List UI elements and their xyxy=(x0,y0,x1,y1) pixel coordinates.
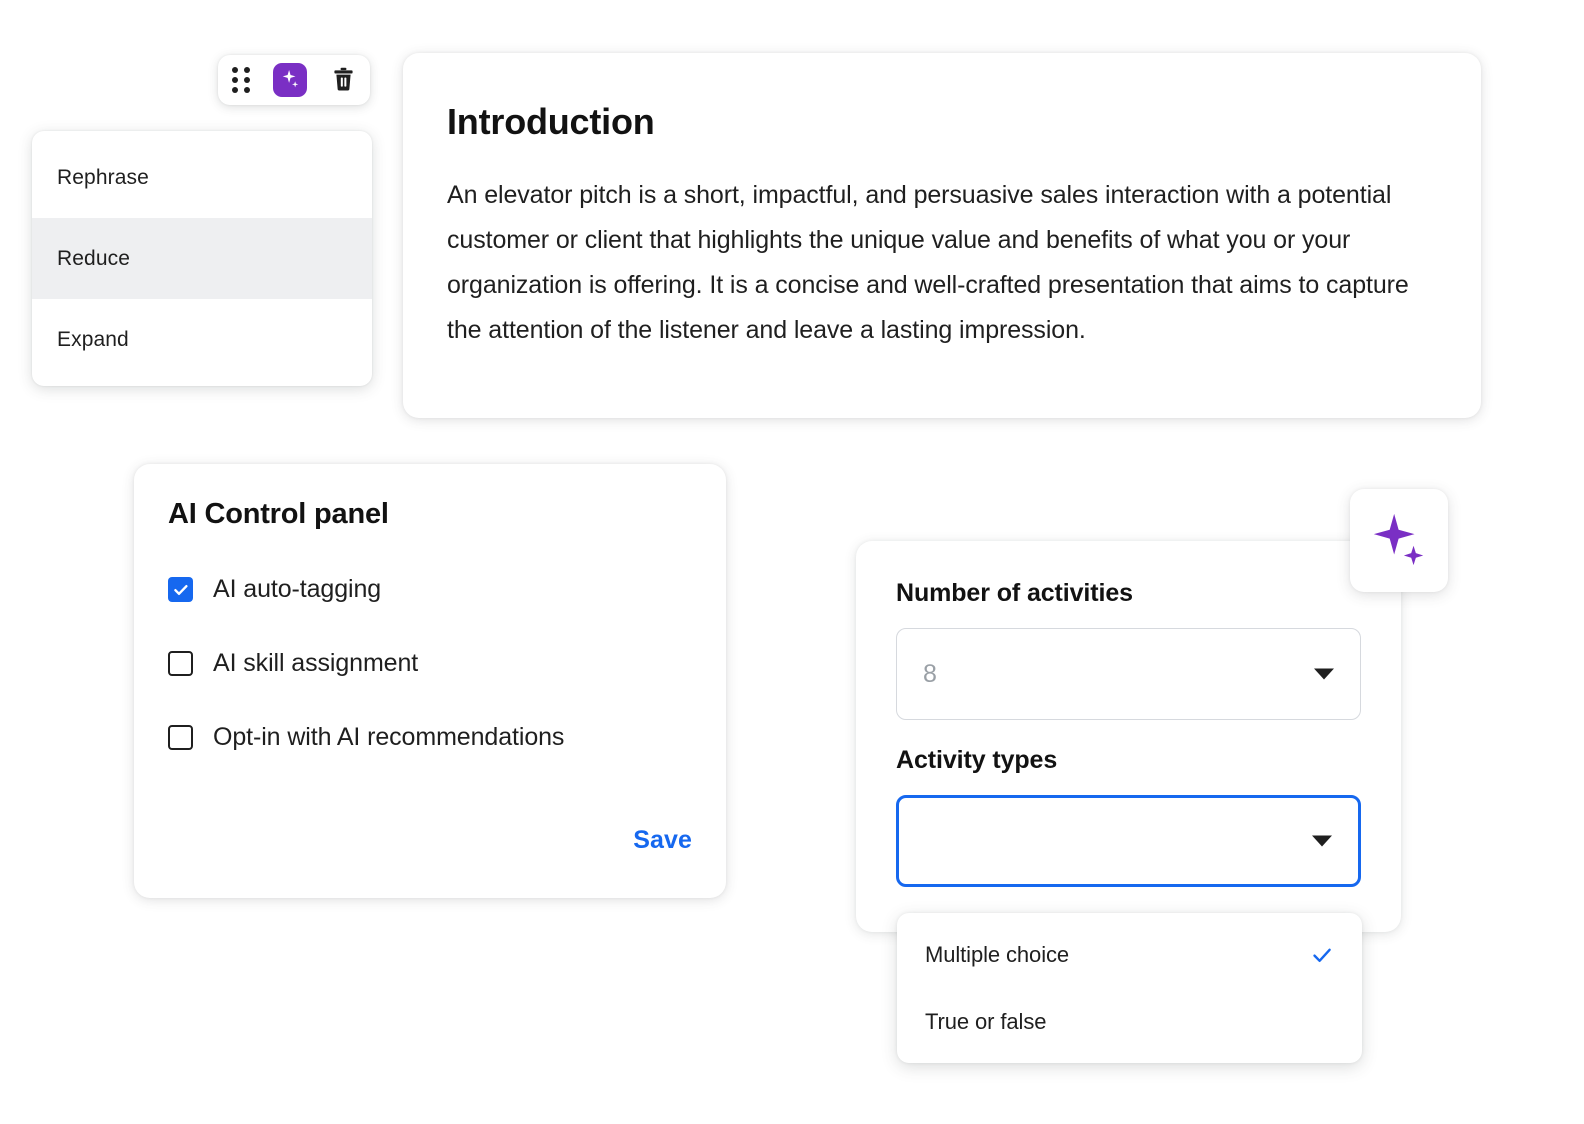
ai-assist-button[interactable] xyxy=(273,63,307,97)
option-true-or-false[interactable]: True or false xyxy=(897,988,1362,1055)
checkbox-row-ai-skill-assignment[interactable]: AI skill assignment xyxy=(168,649,692,678)
number-of-activities-select[interactable]: 8 xyxy=(896,628,1361,720)
checkbox-unchecked-icon[interactable] xyxy=(168,651,193,676)
number-of-activities-value: 8 xyxy=(923,660,937,689)
menu-item-label: Rephrase xyxy=(57,166,149,190)
page-title: Introduction xyxy=(447,101,1437,143)
block-toolbar xyxy=(218,55,370,105)
ai-sparkle-icon xyxy=(279,68,301,93)
ai-sparkle-icon xyxy=(1368,508,1430,573)
checkbox-label: Opt-in with AI recommendations xyxy=(213,723,564,752)
checkbox-label: AI auto-tagging xyxy=(213,575,381,604)
activity-types-dropdown: Multiple choice True or false xyxy=(897,913,1362,1063)
introduction-card[interactable]: Introduction An elevator pitch is a shor… xyxy=(403,53,1481,418)
checkbox-label: AI skill assignment xyxy=(213,649,418,678)
activities-settings-card: Number of activities 8 Activity types xyxy=(856,541,1401,932)
checkbox-unchecked-icon[interactable] xyxy=(168,725,193,750)
option-multiple-choice[interactable]: Multiple choice xyxy=(897,921,1362,988)
menu-item-reduce[interactable]: Reduce xyxy=(32,218,372,299)
introduction-body-text: An elevator pitch is a short, impactful,… xyxy=(447,173,1437,353)
check-icon xyxy=(1310,943,1334,967)
ai-control-panel-title: AI Control panel xyxy=(168,498,692,531)
menu-item-rephrase[interactable]: Rephrase xyxy=(32,137,372,218)
checkbox-checked-icon[interactable] xyxy=(168,577,193,602)
canvas: Rephrase Reduce Expand Introduction An e… xyxy=(0,0,1584,1124)
chevron-down-icon xyxy=(1312,836,1332,847)
menu-item-expand[interactable]: Expand xyxy=(32,299,372,380)
ai-text-actions-menu: Rephrase Reduce Expand xyxy=(32,131,372,386)
option-label: True or false xyxy=(925,1009,1046,1035)
field-spacer xyxy=(896,720,1361,746)
chevron-down-icon xyxy=(1314,669,1334,680)
checkbox-row-opt-in-with-ai-recommendations[interactable]: Opt-in with AI recommendations xyxy=(168,723,692,752)
trash-icon xyxy=(332,66,355,95)
option-label: Multiple choice xyxy=(925,942,1069,968)
save-button[interactable]: Save xyxy=(633,826,692,855)
ai-assist-floating-button[interactable] xyxy=(1350,489,1448,592)
checkbox-row-ai-auto-tagging[interactable]: AI auto-tagging xyxy=(168,575,692,604)
activity-types-label: Activity types xyxy=(896,746,1361,775)
ai-control-panel: AI Control panel AI auto-tagging AI skil… xyxy=(134,464,726,898)
delete-block-button[interactable] xyxy=(330,65,356,95)
drag-handle-icon[interactable] xyxy=(232,68,250,92)
menu-item-label: Expand xyxy=(57,328,129,352)
activity-types-select[interactable] xyxy=(896,795,1361,887)
menu-item-label: Reduce xyxy=(57,247,130,271)
number-of-activities-label: Number of activities xyxy=(896,579,1361,608)
